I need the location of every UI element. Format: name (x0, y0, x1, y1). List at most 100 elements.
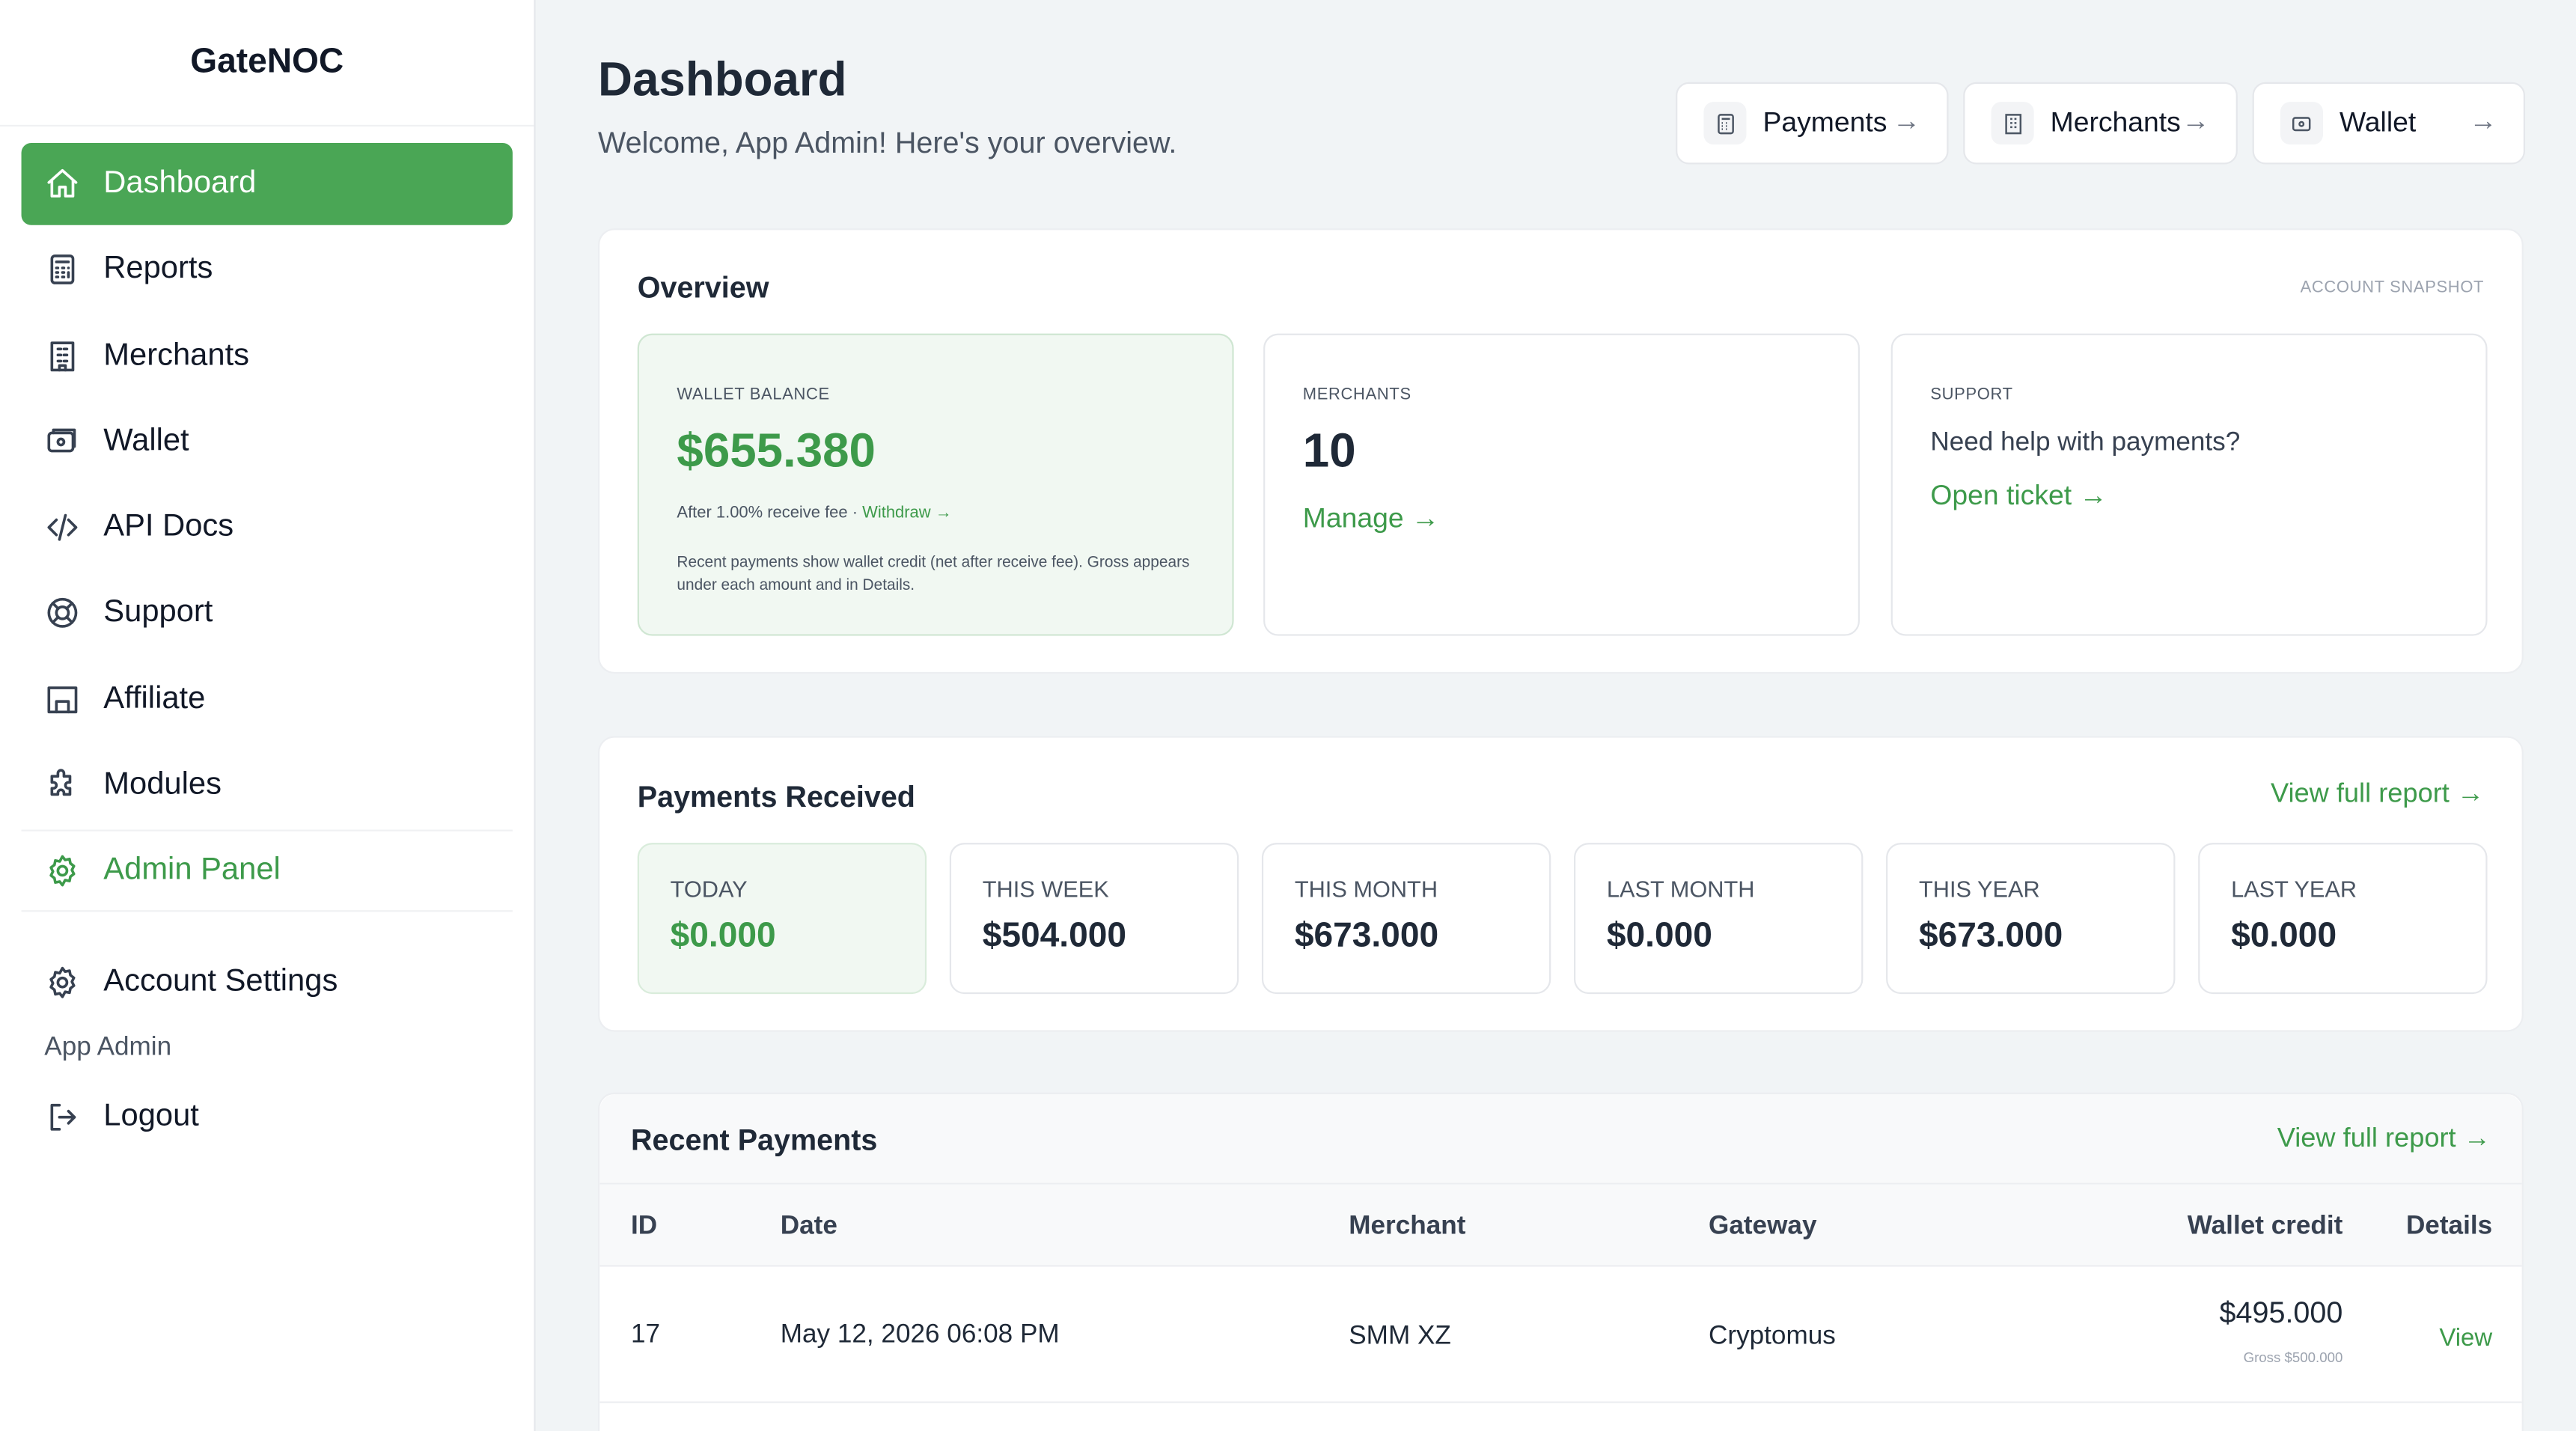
stat-this-year: THIS YEAR $673.000 (1886, 843, 2176, 995)
puzzle-icon (44, 767, 80, 803)
payment-merchant: SMM XZ (1349, 1322, 1451, 1351)
sidebar-item-label: Support (103, 595, 213, 630)
sidebar-item-label: Reports (103, 251, 213, 287)
wallet-icon (44, 424, 80, 460)
arrow-right-icon: → (2469, 105, 2497, 137)
stat-value: $504.000 (982, 916, 1127, 955)
sidebar: GateNOC Dashboard Reports Merchants Wall… (0, 0, 536, 1431)
open-ticket-link[interactable]: Open ticket → (1930, 480, 2107, 513)
payment-id: 17 (630, 1320, 661, 1349)
sidebar-item-label: Modules (103, 767, 222, 802)
withdraw-link[interactable]: Withdraw → (862, 504, 952, 522)
stat-label: THIS YEAR (1918, 876, 2040, 903)
sidebar-item-admin-panel[interactable]: Admin Panel (21, 830, 513, 913)
table-header: ID Date Merchant Gateway Wallet credit D… (599, 1184, 2522, 1267)
gear-icon (44, 965, 80, 1001)
payment-date: May 12, 2026 06:08 PM (780, 1320, 1060, 1349)
sidebar-item-label: Admin Panel (103, 853, 281, 888)
quick-link-label: Payments (1762, 106, 1887, 138)
stat-label: THIS MONTH (1294, 876, 1438, 903)
stat-value: $673.000 (1294, 916, 1439, 955)
payment-gross: Gross $500.000 (2243, 1349, 2343, 1366)
sidebar-item-logout[interactable]: Logout (22, 1077, 513, 1159)
column-id[interactable]: ID (631, 1212, 657, 1242)
stat-value: $673.000 (1918, 916, 2063, 955)
sidebar-item-support[interactable]: Support (22, 573, 513, 655)
fee-text: After 1.00% receive fee · (677, 504, 863, 523)
wallet-note: Recent payments show wallet credit (net … (677, 553, 1190, 594)
gear-icon (44, 853, 80, 889)
account-snapshot-label: ACCOUNT SNAPSHOT (2300, 279, 2485, 298)
payment-gateway: Cryptomus (1709, 1322, 1836, 1351)
quick-link-label: Wallet (2339, 106, 2417, 138)
column-wallet-credit[interactable]: Wallet credit (2188, 1212, 2343, 1242)
logout-icon (44, 1099, 80, 1135)
current-user-name: App Admin (44, 1034, 172, 1062)
sidebar-item-label: Logout (103, 1099, 199, 1135)
support-label: SUPPORT (1930, 385, 2013, 405)
sidebar-item-merchants[interactable]: Merchants (22, 315, 513, 397)
building-icon (44, 338, 80, 373)
stat-value: $0.000 (670, 916, 776, 955)
sidebar-nav: Dashboard Reports Merchants Wallet API D… (0, 126, 534, 1159)
quick-link-merchants[interactable]: Merchants → (1963, 82, 2238, 165)
column-date[interactable]: Date (781, 1212, 837, 1242)
sidebar-item-wallet[interactable]: Wallet (22, 400, 513, 483)
column-details[interactable]: Details (2406, 1212, 2492, 1242)
quick-link-payments[interactable]: Payments → (1676, 82, 1949, 165)
merchants-box: MERCHANTS 10 Manage → (1263, 333, 1860, 636)
quick-link-wallet[interactable]: Wallet → (2252, 82, 2526, 165)
code-icon (44, 510, 80, 546)
wallet-balance-box: WALLET BALANCE $655.380 After 1.00% rece… (637, 333, 1234, 636)
sidebar-item-api-docs[interactable]: API Docs (22, 486, 513, 569)
view-full-report-link[interactable]: View full report → (2271, 779, 2484, 811)
column-merchant[interactable]: Merchant (1349, 1212, 1465, 1242)
sidebar-item-dashboard[interactable]: Dashboard (21, 142, 513, 225)
stat-last-month: LAST MONTH $0.000 (1574, 843, 1864, 995)
sidebar-item-label: Dashboard (103, 165, 257, 201)
stat-today: TODAY $0.000 (637, 843, 927, 995)
stat-label: TODAY (670, 876, 748, 903)
view-details-link[interactable]: View (2439, 1324, 2492, 1352)
fee-line: After 1.00% receive fee · Withdraw → (677, 504, 951, 522)
recent-payments-card: Recent Payments View full report → ID Da… (598, 1092, 2524, 1431)
manage-merchants-link[interactable]: Manage → (1303, 503, 1440, 536)
merchants-count: 10 (1302, 425, 1356, 478)
stat-this-month: THIS MONTH $673.000 (1261, 843, 1551, 995)
storefront-icon (44, 682, 80, 718)
row-divider (599, 1401, 2522, 1403)
wallet-icon (2280, 102, 2324, 145)
brand-logo[interactable]: GateNOC (0, 0, 534, 127)
sidebar-item-reports[interactable]: Reports (22, 229, 513, 311)
stat-last-year: LAST YEAR $0.000 (2198, 843, 2488, 995)
recent-payments-title: Recent Payments (630, 1123, 878, 1157)
home-icon (44, 166, 80, 202)
stat-label: THIS WEEK (982, 876, 1109, 903)
overview-title: Overview (637, 271, 769, 305)
overview-card: Overview ACCOUNT SNAPSHOT WALLET BALANCE… (598, 228, 2524, 674)
building-icon (1991, 102, 2034, 145)
arrow-right-icon: → (2182, 105, 2210, 137)
support-help-text: Need help with payments? (1930, 428, 2241, 457)
wallet-balance-label: WALLET BALANCE (677, 385, 830, 405)
wallet-balance-amount: $655.380 (677, 425, 876, 478)
view-full-report-link[interactable]: View full report → (2277, 1124, 2491, 1156)
page-subtitle: Welcome, App Admin! Here's your overview… (598, 126, 1177, 159)
sidebar-item-modules[interactable]: Modules (22, 745, 513, 827)
payments-received-card: Payments Received View full report → TOD… (598, 736, 2524, 1032)
sidebar-item-label: API Docs (103, 509, 234, 545)
page-title: Dashboard (598, 54, 847, 107)
quick-link-label: Merchants (2050, 106, 2181, 138)
calculator-icon (1703, 102, 1747, 145)
sidebar-item-label: Wallet (103, 424, 189, 459)
column-gateway[interactable]: Gateway (1709, 1212, 1816, 1242)
sidebar-item-affiliate[interactable]: Affiliate (22, 659, 513, 741)
payments-received-title: Payments Received (637, 780, 915, 814)
stat-value: $0.000 (1606, 916, 1712, 955)
sidebar-item-label: Merchants (103, 338, 250, 373)
lifebuoy-icon (44, 596, 80, 632)
main-content: Dashboard Welcome, App Admin! Here's you… (537, 0, 2576, 1431)
sidebar-item-account-settings[interactable]: Account Settings (22, 942, 513, 1025)
payment-wallet-credit: $495.000 (2219, 1296, 2343, 1329)
